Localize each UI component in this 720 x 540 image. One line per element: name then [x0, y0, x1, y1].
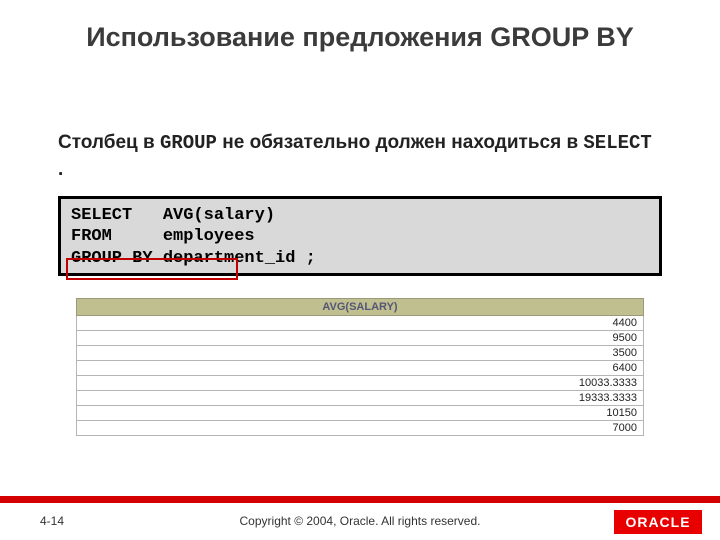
table-row: 3500	[77, 346, 644, 361]
table-row: 10033.3333	[77, 376, 644, 391]
result-table: AVG(SALARY) 4400 9500 3500 6400 10033.33…	[76, 298, 644, 436]
subtitle: Столбец в GROUP не обязательно должен на…	[58, 130, 660, 182]
accent-bar	[0, 496, 720, 503]
oracle-logo: ORACLE	[614, 510, 702, 534]
result-cell: 7000	[77, 421, 644, 436]
page-title: Использование предложения GROUP BY	[0, 22, 720, 53]
subtitle-kw1: GROUP	[160, 132, 217, 154]
subtitle-part2: не обязательно должен находиться в	[217, 132, 583, 153]
result-cell: 10150	[77, 406, 644, 421]
copyright-text: Copyright © 2004, Oracle. All rights res…	[0, 514, 720, 528]
result-cell: 6400	[77, 361, 644, 376]
highlight-box	[66, 258, 238, 280]
subtitle-part1: Столбец в	[58, 132, 160, 153]
table-row: 19333.3333	[77, 391, 644, 406]
result-cell: 19333.3333	[77, 391, 644, 406]
result-header: AVG(SALARY)	[77, 299, 644, 316]
table-row: 7000	[77, 421, 644, 436]
result-cell: 9500	[77, 331, 644, 346]
table-row: 6400	[77, 361, 644, 376]
slide: Использование предложения GROUP BY Столб…	[0, 0, 720, 540]
subtitle-kw2: SELECT	[583, 132, 651, 154]
result-cell: 10033.3333	[77, 376, 644, 391]
footer: 4-14 Copyright © 2004, Oracle. All right…	[0, 503, 720, 540]
table-row: 4400	[77, 316, 644, 331]
table-row: 10150	[77, 406, 644, 421]
table-row: 9500	[77, 331, 644, 346]
subtitle-part3: .	[58, 159, 63, 180]
result-cell: 4400	[77, 316, 644, 331]
result-cell: 3500	[77, 346, 644, 361]
